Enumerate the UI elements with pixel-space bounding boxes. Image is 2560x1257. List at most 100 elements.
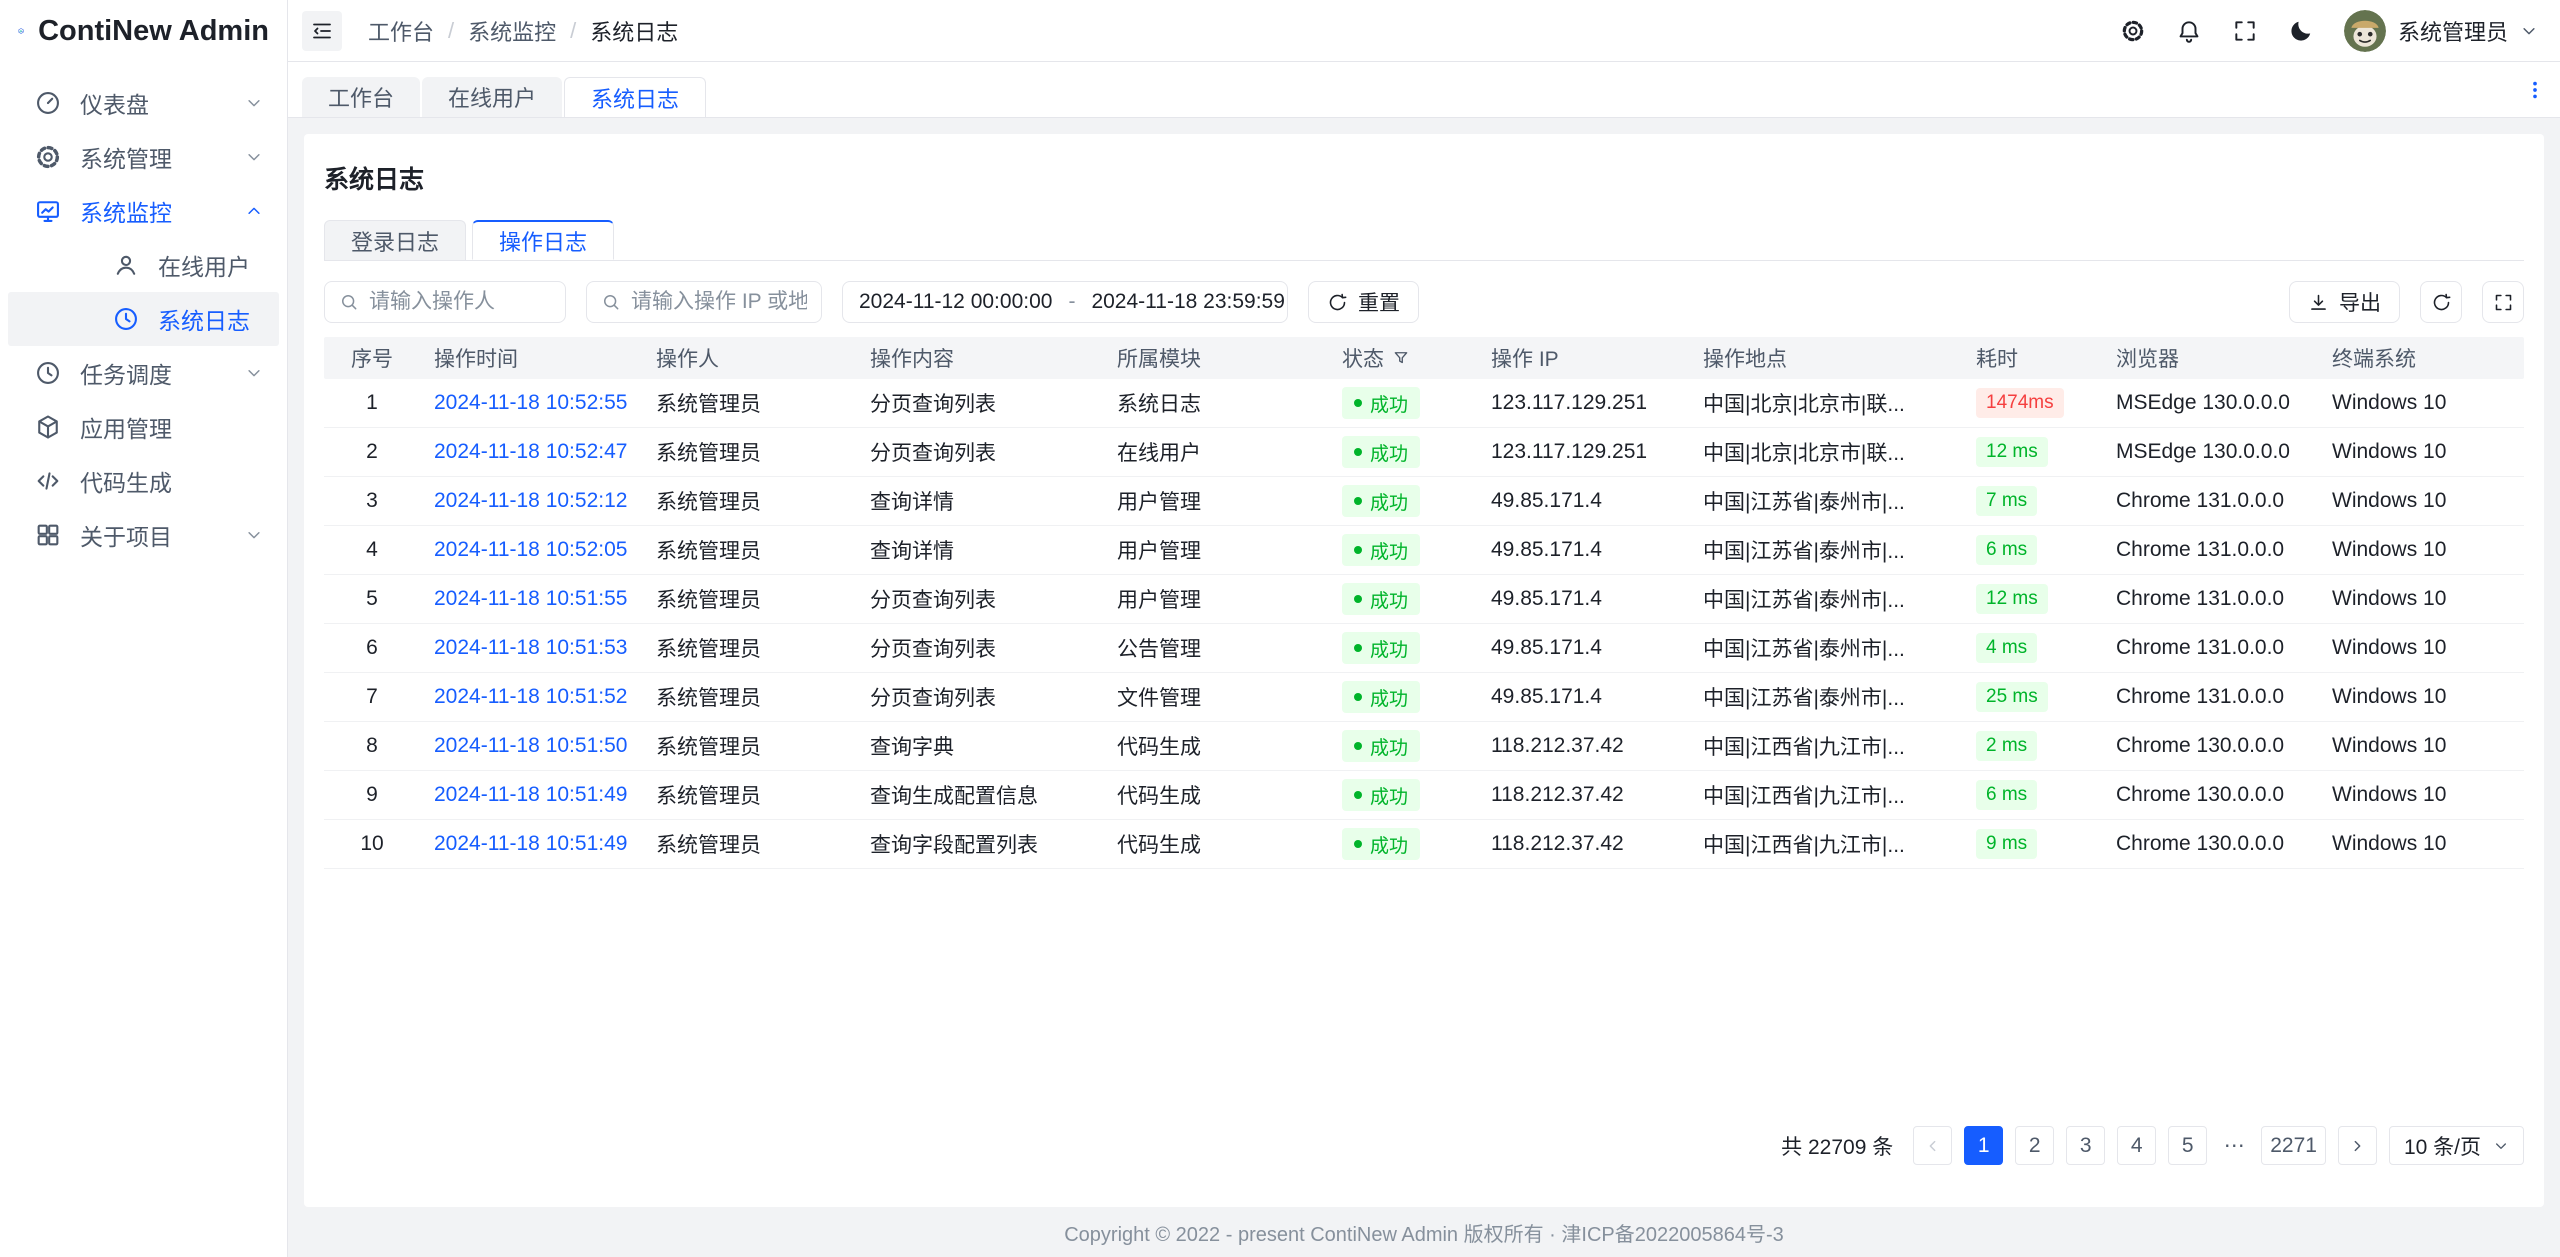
cell-module: 系统日志	[1103, 388, 1328, 418]
status-badge: 成功	[1342, 828, 1420, 860]
refresh-table-button[interactable]	[2420, 281, 2462, 323]
settings-gear-icon[interactable]	[2120, 18, 2146, 44]
table-row: 42024-11-18 10:52:05系统管理员查询详情用户管理成功49.85…	[324, 526, 2524, 575]
nav-tab-online-users[interactable]: 在线用户	[422, 77, 562, 117]
status-dot	[1354, 399, 1362, 407]
sidebar-item-task-scheduler[interactable]: 任务调度	[0, 346, 287, 400]
page-size-select[interactable]: 10 条/页	[2389, 1126, 2524, 1165]
moon-icon[interactable]	[2288, 18, 2314, 44]
cell-operator: 系统管理员	[642, 437, 856, 467]
cell-location: 中国|北京|北京市|联...	[1689, 388, 1962, 418]
time-link[interactable]: 2024-11-18 10:51:55	[434, 587, 627, 611]
tab-login-log[interactable]: 登录日志	[324, 220, 466, 260]
clock-icon	[34, 359, 62, 387]
sidebar-item-code-generation[interactable]: 代码生成	[0, 454, 287, 508]
time-link[interactable]: 2024-11-18 10:52:55	[434, 391, 627, 415]
tab-operation-log[interactable]: 操作日志	[472, 220, 614, 260]
filter-toolbar: 2024-11-12 00:00:00 - 2024-11-18 23:59:5…	[324, 281, 2524, 323]
pagination-next-button[interactable]	[2338, 1126, 2377, 1165]
cell-duration: 7 ms	[1962, 486, 2102, 516]
date-range-end: 2024-11-18 23:59:59	[1091, 290, 1284, 314]
table-fullscreen-button[interactable]	[2482, 281, 2524, 323]
cell-module: 用户管理	[1103, 535, 1328, 565]
cell-status: 成功	[1328, 730, 1477, 762]
pagination-page-1[interactable]: 1	[1964, 1126, 2003, 1165]
pagination-ellipsis[interactable]: ⋯	[2219, 1126, 2249, 1165]
pagination-page-3[interactable]: 3	[2066, 1126, 2105, 1165]
sidebar-item-system-management[interactable]: 系统管理	[0, 130, 287, 184]
sidebar-item-system-log[interactable]: 系统日志	[8, 292, 279, 346]
cell-index: 2	[324, 440, 420, 464]
sidebar-item-about-project[interactable]: 关于项目	[0, 508, 287, 562]
time-link[interactable]: 2024-11-18 10:51:50	[434, 734, 627, 758]
cell-os: Windows 10	[2318, 489, 2524, 513]
cell-index: 5	[324, 587, 420, 611]
cell-ip: 49.85.171.4	[1477, 489, 1689, 513]
time-link[interactable]: 2024-11-18 10:51:53	[434, 636, 627, 660]
status-badge: 成功	[1342, 485, 1420, 517]
time-link[interactable]: 2024-11-18 10:52:05	[434, 538, 627, 562]
cell-ip: 118.212.37.42	[1477, 832, 1689, 856]
col-duration: 耗时	[1962, 343, 2102, 373]
cell-status: 成功	[1328, 779, 1477, 811]
cell-time: 2024-11-18 10:52:55	[420, 391, 642, 415]
cell-ip: 123.117.129.251	[1477, 391, 1689, 415]
app-root: ContiNew Admin 仪表盘 系统管理 系统监控 在线用户	[0, 0, 2560, 1257]
cell-os: Windows 10	[2318, 440, 2524, 464]
cell-index: 4	[324, 538, 420, 562]
cell-index: 9	[324, 783, 420, 807]
sidebar-item-system-monitor[interactable]: 系统监控	[0, 184, 287, 238]
pagination-page-2[interactable]: 2	[2015, 1126, 2054, 1165]
cell-browser: Chrome 130.0.0.0	[2102, 783, 2318, 807]
status-badge: 成功	[1342, 779, 1420, 811]
pagination-page-2271[interactable]: 2271	[2261, 1126, 2326, 1165]
date-range-picker[interactable]: 2024-11-12 00:00:00 - 2024-11-18 23:59:5…	[842, 281, 1288, 323]
time-link[interactable]: 2024-11-18 10:51:49	[434, 832, 627, 856]
pagination-page-4[interactable]: 4	[2117, 1126, 2156, 1165]
cell-duration: 9 ms	[1962, 829, 2102, 859]
pagination-prev-button[interactable]	[1913, 1126, 1952, 1165]
nav-tab-system-log[interactable]: 系统日志	[564, 77, 706, 117]
time-link[interactable]: 2024-11-18 10:51:52	[434, 685, 627, 709]
time-link[interactable]: 2024-11-18 10:51:49	[434, 783, 627, 807]
sidebar-item-online-users[interactable]: 在线用户	[8, 238, 279, 292]
menu-fold-icon	[310, 19, 334, 43]
sidebar-item-app-management[interactable]: 应用管理	[0, 400, 287, 454]
cube-icon	[34, 413, 62, 441]
cell-status: 成功	[1328, 632, 1477, 664]
chevron-down-icon	[245, 364, 263, 382]
user-menu[interactable]: 系统管理员	[2344, 10, 2538, 52]
cell-content: 分页查询列表	[856, 682, 1103, 712]
operator-search-input[interactable]	[369, 290, 551, 314]
breadcrumb-separator: /	[448, 18, 454, 44]
cell-browser: Chrome 131.0.0.0	[2102, 489, 2318, 513]
cell-os: Windows 10	[2318, 783, 2524, 807]
time-link[interactable]: 2024-11-18 10:52:12	[434, 489, 627, 513]
operator-search-field[interactable]	[324, 281, 566, 323]
nav-tab-workbench[interactable]: 工作台	[302, 77, 420, 117]
status-dot	[1354, 644, 1362, 652]
reset-button[interactable]: 重置	[1308, 281, 1419, 323]
sidebar-item-dashboard[interactable]: 仪表盘	[0, 76, 287, 130]
filter-funnel-icon[interactable]	[1392, 349, 1410, 367]
sidebar-collapse-button[interactable]	[302, 11, 342, 51]
status-dot	[1354, 840, 1362, 848]
breadcrumb-item[interactable]: 系统监控	[468, 15, 556, 47]
fullscreen-icon[interactable]	[2232, 18, 2258, 44]
export-button[interactable]: 导出	[2289, 281, 2400, 323]
main-area: 工作台 / 系统监控 / 系统日志	[288, 0, 2560, 1257]
table-row: 12024-11-18 10:52:55系统管理员分页查询列表系统日志成功123…	[324, 379, 2524, 428]
time-link[interactable]: 2024-11-18 10:52:47	[434, 440, 627, 464]
ip-search-input[interactable]	[631, 290, 807, 314]
breadcrumb-item[interactable]: 工作台	[368, 15, 434, 47]
vertical-dots-icon[interactable]	[2524, 79, 2546, 101]
chevron-left-icon	[1925, 1138, 1941, 1154]
cell-content: 查询字段配置列表	[856, 829, 1103, 859]
ip-search-field[interactable]	[586, 281, 822, 323]
table-row: 82024-11-18 10:51:50系统管理员查询字典代码生成成功118.2…	[324, 722, 2524, 771]
pagination-page-5[interactable]: 5	[2168, 1126, 2207, 1165]
cell-module: 代码生成	[1103, 731, 1328, 761]
cell-duration: 6 ms	[1962, 780, 2102, 810]
bell-icon[interactable]	[2176, 18, 2202, 44]
user-icon	[112, 251, 140, 279]
